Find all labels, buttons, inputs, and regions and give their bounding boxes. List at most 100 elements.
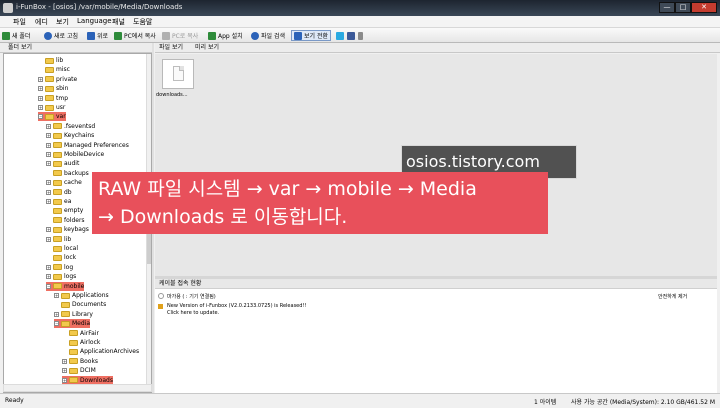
tree-item[interactable]: + DCIM	[62, 366, 96, 375]
tree-item[interactable]: Documents	[54, 300, 106, 309]
tree-item[interactable]: ApplicationArchives	[62, 347, 139, 356]
view-switch-button[interactable]: 보기 전환	[291, 30, 331, 41]
tree-item-label: Applications	[72, 292, 109, 299]
new-folder-button[interactable]: 새 폴더	[2, 30, 30, 41]
tree-item[interactable]: folders	[46, 216, 85, 225]
tree-item[interactable]: + usr	[38, 103, 65, 112]
tree-item[interactable]: + logs	[46, 272, 76, 281]
expand-toggle-icon[interactable]: +	[38, 95, 43, 101]
tree-item-label: backups	[64, 169, 89, 177]
menu-edit[interactable]: 에디	[35, 17, 48, 27]
new-folder-label: 새 폴더	[12, 33, 31, 40]
tab-preview[interactable]: 미리 보기	[195, 43, 219, 53]
tree-item-label: Managed Preferences	[64, 141, 129, 149]
tree-item[interactable]: + Keychains	[46, 131, 94, 140]
app-install-button[interactable]: App 설치	[208, 30, 243, 41]
tree-item[interactable]: empty	[46, 206, 83, 215]
expand-toggle-icon[interactable]: +	[46, 189, 51, 195]
tree-item[interactable]: lib	[38, 56, 63, 65]
expand-toggle-icon[interactable]: +	[38, 105, 43, 110]
expand-toggle-icon[interactable]: +	[62, 368, 67, 374]
expand-toggle-icon[interactable]: +	[54, 311, 59, 317]
tab-file-view[interactable]: 파일 보기	[159, 43, 183, 53]
expand-toggle-icon[interactable]: +	[46, 161, 51, 167]
tree-item[interactable]: + db	[46, 188, 72, 197]
expand-toggle-icon[interactable]: +	[38, 86, 43, 92]
menu-file[interactable]: 파일	[13, 17, 26, 27]
tree-item[interactable]: + private	[38, 75, 77, 84]
tree-item[interactable]: + Managed Preferences	[46, 141, 129, 150]
tree-item[interactable]: − var	[38, 112, 66, 122]
safe-remove-link[interactable]: 안전하게 제거	[658, 293, 687, 300]
menu-language[interactable]: Language	[77, 17, 112, 25]
tree-item[interactable]: + lib	[46, 235, 71, 244]
expand-toggle-icon[interactable]: +	[46, 227, 51, 233]
file-search-button[interactable]: 파일 검색	[251, 30, 285, 41]
expand-toggle-icon[interactable]: −	[46, 283, 51, 289]
twitter-icon	[336, 31, 344, 40]
expand-toggle-icon[interactable]: +	[46, 123, 51, 129]
menu-help[interactable]: 도움말	[133, 17, 152, 27]
tree-item[interactable]: Airlock	[62, 338, 100, 347]
expand-toggle-icon[interactable]: +	[46, 142, 51, 148]
tree-item[interactable]: + Books	[62, 357, 98, 366]
expand-toggle-icon[interactable]: +	[38, 76, 43, 82]
file-item-downloads[interactable]	[162, 59, 194, 89]
tree-item-label: sbin	[56, 85, 69, 93]
expand-toggle-icon[interactable]: −	[54, 321, 59, 327]
tree-item[interactable]: + cache	[46, 178, 82, 187]
expand-toggle-icon[interactable]: +	[46, 199, 51, 204]
expand-toggle-icon[interactable]: +	[46, 133, 51, 139]
up-button[interactable]: 위로	[87, 30, 108, 41]
expand-toggle-icon[interactable]: +	[46, 180, 51, 186]
tree-item[interactable]: misc	[38, 65, 70, 74]
close-button[interactable]: ✕	[691, 2, 717, 13]
update-link[interactable]: Click here to update.	[167, 310, 219, 316]
twitter-button[interactable]	[336, 30, 344, 41]
tree-item[interactable]: + .fseventsd	[46, 122, 95, 131]
menu-view[interactable]: 보기	[56, 17, 69, 27]
tree-item[interactable]: AirFair	[62, 329, 99, 338]
maximize-button[interactable]: □	[675, 2, 691, 13]
tree-item[interactable]: + keybags	[46, 225, 89, 234]
status-item-count: 1 아이템	[534, 399, 557, 406]
expand-toggle-icon[interactable]: +	[46, 236, 51, 242]
tree-item[interactable]: + MobileDevice	[46, 150, 104, 159]
folder-icon	[53, 283, 62, 290]
folder-icon	[53, 142, 62, 149]
minimize-button[interactable]: —	[659, 2, 675, 13]
search-icon	[251, 31, 259, 40]
expand-toggle-icon[interactable]: +	[46, 264, 51, 270]
tree-item[interactable]: lock	[46, 253, 76, 262]
tree-item[interactable]: + audit	[46, 159, 79, 168]
tree-item[interactable]: + Applications	[54, 291, 109, 300]
expand-toggle-icon[interactable]: +	[62, 358, 67, 364]
facebook-button[interactable]	[347, 30, 355, 41]
tree-item[interactable]: − Media	[54, 319, 91, 329]
tree-item[interactable]: + Library	[54, 310, 93, 319]
copy-to-pc-button[interactable]: PC로 복사	[162, 30, 198, 41]
tree-item[interactable]: backups	[46, 169, 89, 178]
expand-toggle-icon[interactable]: −	[38, 114, 43, 120]
expand-toggle-icon[interactable]: +	[54, 293, 59, 298]
expand-toggle-icon[interactable]: +	[62, 377, 67, 383]
menu-panel[interactable]: 패널	[112, 17, 125, 27]
device-info-header: 케이블 접속 현황	[155, 279, 717, 289]
tree-item[interactable]: + log	[46, 263, 73, 272]
tree-item-label: .fseventsd	[64, 122, 96, 130]
more-button[interactable]	[358, 30, 363, 41]
tree-horizontal-scrollbar[interactable]	[3, 384, 152, 392]
copy-to-pc-icon	[162, 31, 170, 40]
tree-item[interactable]: − mobile	[46, 281, 85, 291]
tree-item[interactable]: local	[46, 244, 78, 253]
expand-toggle-icon[interactable]: +	[46, 152, 51, 157]
instruction-line-2: → Downloads 로 이동합니다.	[98, 206, 348, 228]
tree-item[interactable]: + ea	[46, 197, 71, 206]
tree-item[interactable]: + sbin	[38, 84, 68, 93]
device-status-icon	[158, 293, 164, 299]
copy-from-pc-button[interactable]: PC에서 복사	[114, 30, 156, 41]
update-title[interactable]: New Version of i-Funbox (V2.0.2133.0725)…	[167, 303, 306, 309]
refresh-button[interactable]: 새로 고침	[44, 30, 78, 41]
tree-item[interactable]: + tmp	[38, 94, 68, 103]
expand-toggle-icon[interactable]: +	[46, 274, 51, 280]
